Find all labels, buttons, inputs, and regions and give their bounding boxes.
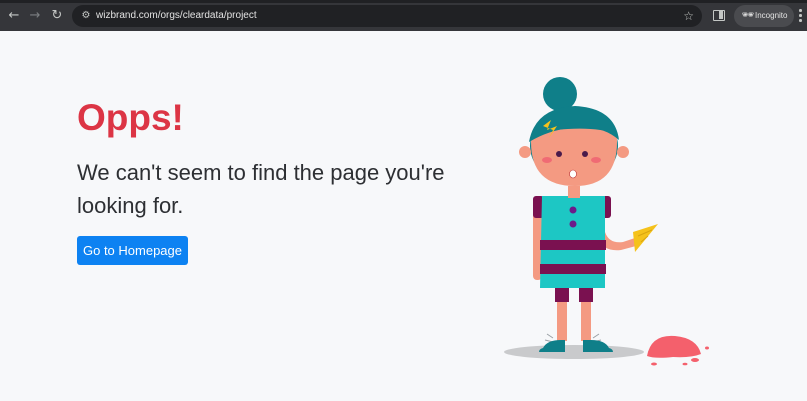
- reload-icon[interactable]: ↻: [48, 7, 66, 25]
- incognito-label: Incognito: [755, 11, 788, 20]
- side-panel-icon[interactable]: [712, 8, 726, 22]
- melted-ice-cream: [647, 335, 709, 366]
- forward-icon[interactable]: →: [26, 7, 44, 25]
- hair-bun: [543, 77, 577, 111]
- ground-shadow: [504, 345, 644, 359]
- incognito-icon: 🕶: [741, 10, 755, 21]
- browser-toolbar: ← → ↻ ⚙ wizbrand.com/orgs/cleardata/proj…: [0, 0, 807, 31]
- address-bar[interactable]: ⚙ wizbrand.com/orgs/cleardata/project ☆: [72, 5, 702, 27]
- more-menu-icon[interactable]: [797, 8, 803, 22]
- site-info-icon[interactable]: ⚙: [79, 9, 93, 23]
- back-icon[interactable]: ←: [5, 7, 23, 25]
- tab-strip: [0, 0, 807, 3]
- bookmark-star-icon[interactable]: ☆: [683, 8, 694, 24]
- incognito-indicator[interactable]: 🕶 Incognito: [734, 5, 794, 27]
- error-heading: Opps!: [77, 97, 184, 138]
- girl-with-dropped-ice-cream-illustration: [504, 77, 709, 366]
- error-message: We can't seem to find the page you're lo…: [77, 160, 445, 218]
- go-to-homepage-button[interactable]: Go to Homepage: [77, 236, 188, 265]
- url-text[interactable]: wizbrand.com/orgs/cleardata/project: [96, 9, 257, 23]
